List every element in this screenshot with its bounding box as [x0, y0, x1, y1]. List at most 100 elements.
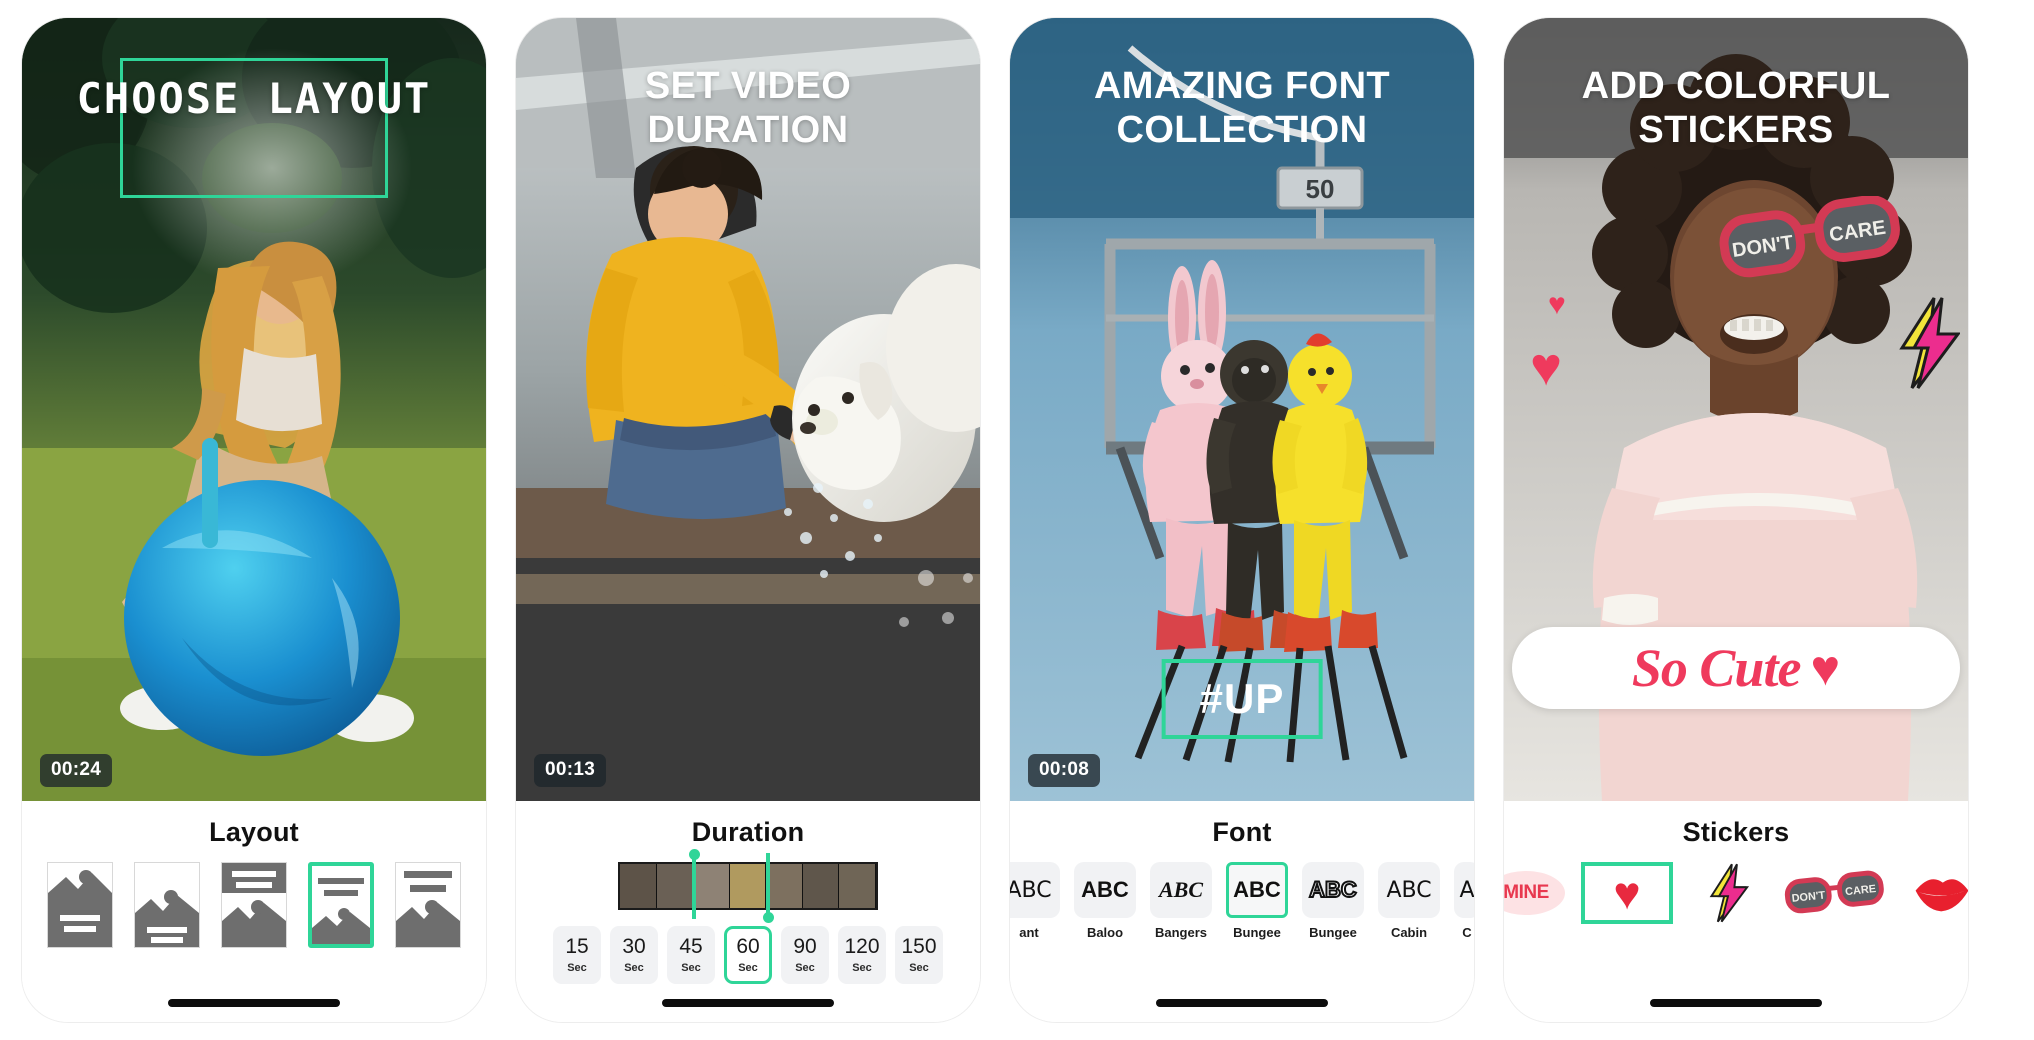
video-timestamp: 00:08 [1028, 754, 1101, 787]
layout-option-3[interactable] [221, 862, 287, 948]
duration-unit: Sec [909, 962, 929, 974]
font-option-cabin[interactable]: ABC Cabin [1378, 862, 1440, 940]
duration-option-60[interactable]: 60 Sec [724, 926, 772, 984]
font-label: Cabin [1390, 925, 1428, 940]
font-option-partial[interactable]: A C [1454, 862, 1474, 940]
duration-value: 45 [679, 935, 703, 958]
preview-area-duration: SET VIDEO DURATION 00:13 [516, 18, 980, 801]
font-sample: A [1454, 862, 1474, 918]
sticker-options-strip[interactable]: MINE ♥ DON'T CARE [1504, 862, 1968, 924]
mine-sticker-icon: MINE [1504, 871, 1565, 915]
filmstrip-frame [620, 864, 657, 908]
font-sample: ABC [1378, 862, 1440, 918]
font-sample: ABC [1302, 862, 1364, 918]
layout-option-1[interactable] [47, 862, 113, 948]
duration-unit: Sec [567, 962, 587, 974]
panel-headline: CHOOSE LAYOUT [76, 74, 432, 123]
heart-icon: ♥ [1613, 867, 1641, 919]
screenshot-panel-font: 50 AMAZING FONT COLLECTION #UP 00:08 Fon… [1010, 18, 1474, 1022]
screenshot-gallery: CHOOSE LAYOUT 00:24 Layout SET VIDEO DUR… [0, 0, 2034, 1040]
lips-icon [1915, 879, 1968, 912]
home-indicator [1650, 999, 1822, 1007]
font-option-bungee[interactable]: ABC Bungee [1226, 862, 1288, 940]
font-sample: ABC [1150, 862, 1212, 918]
section-title: Layout [209, 817, 299, 847]
svg-text:50: 50 [1306, 174, 1335, 204]
control-panel-duration: Duration 15 Sec 30 Sec 45 Sec 60 Sec 90 … [516, 801, 980, 1022]
trim-handle-end[interactable] [762, 853, 774, 923]
heart-sticker-overlay-large: ♥ [1530, 337, 1563, 397]
duration-option-30[interactable]: 30 Sec [610, 926, 658, 984]
filmstrip[interactable] [618, 862, 878, 910]
layout-option-4[interactable] [308, 862, 374, 948]
control-panel-font: Font ABC ant ABC Baloo ABC Bangers ABC B… [1010, 801, 1474, 1022]
duration-option-150[interactable]: 150 Sec [895, 926, 943, 984]
home-indicator [1156, 999, 1328, 1007]
panel-headline: ADD COLORFUL STICKERS [1581, 65, 1891, 152]
so-cute-text: So Cute [1631, 638, 1802, 698]
font-label: Baloo [1086, 925, 1124, 940]
filmstrip-frame [839, 864, 876, 908]
font-preview-text: #UP [1199, 675, 1285, 722]
sticker-option-heart[interactable]: ♥ [1581, 862, 1673, 924]
font-option-bangers[interactable]: ABC Bangers [1150, 862, 1212, 940]
sticker-option-lightning[interactable] [1689, 862, 1767, 924]
font-label: ant [1019, 925, 1039, 940]
layout-options-strip[interactable] [33, 862, 475, 948]
layout-option-5[interactable] [395, 862, 461, 948]
control-panel-layout: Layout [22, 801, 486, 1022]
section-title: Stickers [1682, 817, 1790, 847]
duration-value: 150 [901, 935, 937, 958]
duration-unit: Sec [624, 962, 644, 974]
font-label: C [1462, 925, 1472, 940]
preview-area-stickers: ADD COLORFUL STICKERS DON'T CARE ♥ ♥ So … [1504, 18, 1968, 801]
video-timestamp: 00:24 [40, 754, 113, 787]
font-label: Bungee [1309, 925, 1357, 940]
dont-care-glasses-overlay: DON'T CARE [1716, 195, 1906, 285]
screenshot-panel-stickers: ADD COLORFUL STICKERS DON'T CARE ♥ ♥ So … [1504, 18, 1968, 1022]
duration-unit: Sec [852, 962, 872, 974]
duration-value: 60 [736, 935, 760, 958]
filmstrip-frame [802, 864, 840, 908]
home-indicator [662, 999, 834, 1007]
home-indicator [168, 999, 340, 1007]
filmstrip-frame [693, 864, 730, 908]
duration-options-strip[interactable]: 15 Sec 30 Sec 45 Sec 60 Sec 90 Sec 120 S… [543, 926, 953, 984]
font-option-ant[interactable]: ABC ant [1010, 862, 1060, 940]
lightning-sticker-overlay [1896, 296, 1961, 395]
screenshot-panel-duration: SET VIDEO DURATION 00:13 Duration 15 Sec… [516, 18, 980, 1022]
duration-option-45[interactable]: 45 Sec [667, 926, 715, 984]
font-option-bungee-outline[interactable]: ABC Bungee [1302, 862, 1364, 940]
screenshot-panel-layout: CHOOSE LAYOUT 00:24 Layout [22, 18, 486, 1022]
font-sample: ABC [1074, 862, 1136, 918]
glasses-icon: DON'T CARE [1784, 870, 1884, 914]
sticker-option-dont-care-glasses[interactable]: DON'T CARE [1783, 862, 1887, 924]
font-sample: ABC [1010, 862, 1060, 918]
sticker-option-lips[interactable] [1903, 862, 1968, 924]
sticker-label: MINE [1504, 882, 1549, 903]
duration-option-120[interactable]: 120 Sec [838, 926, 886, 984]
font-preview-box: #UP [1161, 659, 1323, 739]
font-options-strip[interactable]: ABC ant ABC Baloo ABC Bangers ABC Bungee… [1010, 862, 1474, 940]
section-title: Font [1212, 817, 1272, 847]
panel-headline: AMAZING FONT COLLECTION [1093, 65, 1391, 152]
font-label: Bangers [1154, 925, 1208, 940]
sticker-option-mine[interactable]: MINE [1504, 862, 1565, 924]
filmstrip-frame [729, 864, 767, 908]
font-option-baloo[interactable]: ABC Baloo [1074, 862, 1136, 940]
font-sample: ABC [1226, 862, 1288, 918]
preview-area-layout: CHOOSE LAYOUT 00:24 [22, 18, 486, 801]
video-trim-timeline[interactable] [618, 849, 878, 923]
duration-value: 90 [793, 935, 817, 958]
duration-option-15[interactable]: 15 Sec [553, 926, 601, 984]
duration-value: 30 [622, 935, 646, 958]
trim-handle-start[interactable] [688, 849, 700, 919]
panel-headline: SET VIDEO DURATION [644, 65, 852, 152]
layout-option-2[interactable] [134, 862, 200, 948]
section-title: Duration [691, 817, 805, 847]
duration-unit: Sec [681, 962, 701, 974]
heart-icon: ♥ [1810, 640, 1841, 696]
heart-sticker-overlay-small: ♥ [1548, 288, 1566, 321]
duration-option-90[interactable]: 90 Sec [781, 926, 829, 984]
preview-area-font: 50 AMAZING FONT COLLECTION #UP 00:08 [1010, 18, 1474, 801]
